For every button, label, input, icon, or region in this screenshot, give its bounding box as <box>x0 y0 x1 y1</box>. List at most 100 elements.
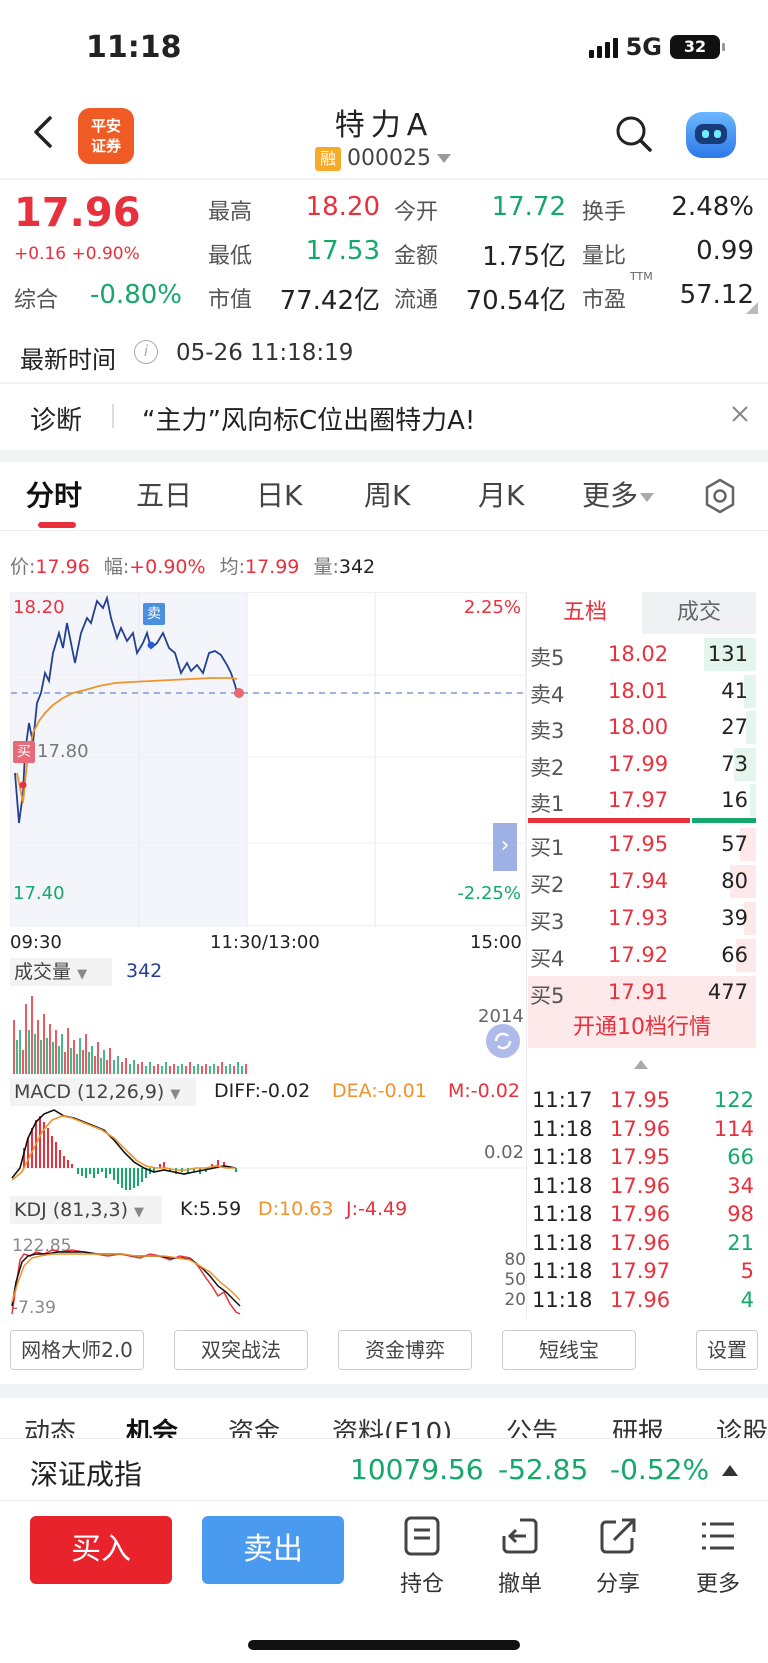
holdings-button[interactable]: 持仓 <box>392 1516 452 1598</box>
chart-info-line: 价:17.96 幅:+0.90% 均:17.99 量:342 <box>10 556 376 578</box>
ask-price: 17.97 <box>608 788 669 812</box>
chevron-up-icon[interactable] <box>722 1465 738 1476</box>
bid-volume: 477 <box>707 980 748 1004</box>
ai-assistant-icon[interactable] <box>686 112 736 158</box>
index-change: -52.85 <box>498 1453 589 1486</box>
close-icon[interactable] <box>728 402 752 426</box>
ask-level-label: 卖2 <box>530 755 565 780</box>
volume-indicator-selector[interactable]: 成交量 ▼ <box>10 958 112 986</box>
kdj-d: D:10.63 <box>258 1198 334 1220</box>
tab-five-day[interactable]: 五日 <box>136 474 192 514</box>
tab-monthly-k[interactable]: 月K <box>478 474 524 514</box>
bid-volume: 57 <box>721 832 748 856</box>
stock-code-selector[interactable]: 融 000025 <box>315 146 451 171</box>
tab-more[interactable]: 更多 <box>582 474 655 514</box>
trade-price: 17.96 <box>610 1287 671 1312</box>
ask-row[interactable]: 卖1 17.97 16 <box>528 782 756 819</box>
network-type: 5G <box>625 33 662 61</box>
index-value: 10079.56 <box>350 1453 484 1486</box>
tab-weekly-k[interactable]: 周K <box>364 474 410 514</box>
composite-label: 综合 <box>14 288 59 313</box>
search-icon[interactable] <box>614 114 654 154</box>
trade-volume: 122 <box>713 1088 754 1112</box>
pe-value: 57.12 <box>679 280 754 310</box>
tool-settings[interactable]: 设置 <box>696 1330 758 1370</box>
tab-five-level[interactable]: 五档 <box>528 592 642 634</box>
tool-double-breakout[interactable]: 双突战法 <box>174 1330 308 1370</box>
sell-button[interactable]: 卖出 <box>202 1516 344 1584</box>
volume-value: 342 <box>126 960 163 982</box>
kdj-k: K:5.59 <box>180 1198 242 1220</box>
trade-price: 17.97 <box>610 1259 671 1283</box>
pe-label: 市盈 <box>582 288 627 313</box>
tab-trades[interactable]: 成交 <box>642 592 756 634</box>
mktcap-value: 77.42亿 <box>279 286 380 316</box>
stock-code: 000025 <box>347 146 431 171</box>
trade-price: 17.95 <box>610 1088 671 1112</box>
bid-row[interactable]: 买2 17.94 80 <box>528 863 756 900</box>
low-value: 17.53 <box>305 236 380 266</box>
time-axis-start: 09:30 <box>10 932 62 953</box>
diagnosis-text[interactable]: “主力”风向标C位出圈特力A! <box>142 400 475 437</box>
index-ticker[interactable]: 深证成指 10079.56 -52.85 -0.52% <box>0 1438 768 1500</box>
cancel-order-button[interactable]: 撤单 <box>490 1516 550 1598</box>
trade-time: 11:18 <box>532 1230 593 1255</box>
trade-time: 11:18 <box>532 1202 593 1226</box>
mktcap-label: 市值 <box>208 288 253 313</box>
tab-daily-k[interactable]: 日K <box>256 474 302 514</box>
time-axis-end: 15:00 <box>470 932 522 953</box>
sell-marker[interactable]: 卖 <box>143 603 165 625</box>
ask-row[interactable]: 卖4 18.01 41 <box>528 673 756 710</box>
expand-corner-icon[interactable] <box>746 302 758 314</box>
menu-icon <box>702 1522 734 1550</box>
refresh-icon[interactable] <box>486 1024 520 1058</box>
high-label: 最高 <box>208 200 253 225</box>
bid-row[interactable]: 买3 17.93 39 <box>528 900 756 937</box>
tool-grid-master[interactable]: 网格大师2.0 <box>10 1330 144 1370</box>
share-icon <box>600 1518 636 1554</box>
bid-price: 17.91 <box>608 980 669 1004</box>
trade-time: 11:18 <box>532 1145 593 1169</box>
trade-time: 11:18 <box>532 1116 593 1141</box>
share-button[interactable]: 分享 <box>588 1516 648 1598</box>
bid-level-label: 买1 <box>530 836 565 860</box>
bid-row[interactable]: 买5 17.91 477 <box>528 974 756 1011</box>
home-indicator <box>248 1640 520 1650</box>
trade-time: 11:18 <box>532 1287 593 1312</box>
expand-orderbook-icon[interactable]: › <box>493 823 517 871</box>
status-time: 11:18 <box>86 30 182 65</box>
intraday-chart[interactable]: 18.20 2.25% 17.80 17.40 -2.25% 卖 买 › <box>10 592 527 927</box>
kdj-j: J:-4.49 <box>346 1198 408 1220</box>
upgrade-10-level-button[interactable]: 开通10档行情 <box>528 1008 756 1048</box>
buy-button[interactable]: 买入 <box>30 1516 172 1584</box>
info-icon[interactable]: i <box>134 340 158 364</box>
trade-time: 11:17 <box>532 1088 593 1112</box>
tab-intraday[interactable]: 分时 <box>26 474 82 514</box>
y-axis-bottom: 17.40 <box>13 883 65 904</box>
float-value: 70.54亿 <box>465 286 566 316</box>
bid-row[interactable]: 买4 17.92 66 <box>528 937 756 974</box>
sell-strength-bar <box>528 818 690 823</box>
settings-gear-icon[interactable] <box>702 478 738 514</box>
open-label: 今开 <box>394 200 439 225</box>
ask-row[interactable]: 卖2 17.99 73 <box>528 746 756 783</box>
bid-volume: 80 <box>721 869 748 893</box>
y-axis-top: 18.20 <box>13 597 65 618</box>
macd-dea: DEA:-0.01 <box>332 1080 427 1102</box>
ask-row[interactable]: 卖5 18.02 131 <box>528 636 756 673</box>
kdj-indicator-selector[interactable]: KDJ (81,3,3) ▼ <box>10 1196 162 1224</box>
tool-short-term[interactable]: 短线宝 <box>502 1330 636 1370</box>
index-name: 深证成指 <box>30 1458 143 1491</box>
macd-indicator-selector[interactable]: MACD (12,26,9) ▼ <box>10 1078 196 1106</box>
bid-row[interactable]: 买1 17.95 57 <box>528 826 756 863</box>
tool-fund-game[interactable]: 资金博弈 <box>338 1330 472 1370</box>
bid-volume: 39 <box>721 906 748 930</box>
more-button[interactable]: 更多 <box>688 1516 748 1598</box>
turnover-value: 2.48% <box>671 192 754 222</box>
trade-price: 17.96 <box>610 1202 671 1226</box>
collapse-up-icon[interactable] <box>634 1060 648 1069</box>
ask-row[interactable]: 卖3 18.00 27 <box>528 709 756 746</box>
bid-level-label: 买4 <box>530 947 565 971</box>
buy-marker[interactable]: 买 <box>13 741 35 763</box>
float-label: 流通 <box>394 288 439 313</box>
